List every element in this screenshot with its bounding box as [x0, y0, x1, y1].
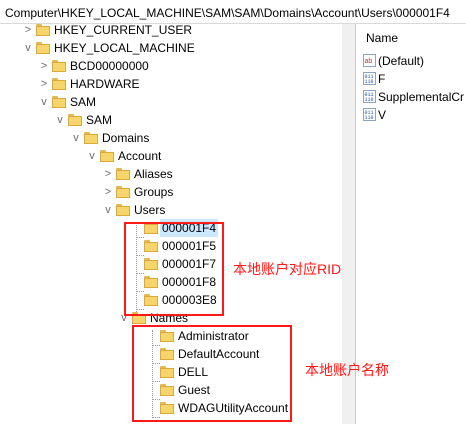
tree-node-label: Domains	[102, 131, 150, 145]
value-name: (Default)	[378, 54, 425, 68]
rid-highlight-box	[124, 222, 224, 316]
expand-toggle-icon[interactable]: v	[102, 201, 114, 219]
tree-node-label: HKEY_LOCAL_MACHINE	[54, 41, 195, 55]
binary-value-icon: 011110	[363, 72, 376, 86]
tree-node-label: Aliases	[134, 167, 173, 181]
folder-icon	[68, 114, 82, 126]
binary-value-icon: 011110	[363, 108, 376, 122]
folder-icon	[116, 204, 130, 216]
folder-icon	[52, 78, 66, 90]
svg-text:110: 110	[365, 97, 374, 103]
expand-toggle-icon[interactable]: >	[22, 24, 34, 39]
name-column-header[interactable]: Name	[366, 31, 398, 45]
svg-text:110: 110	[365, 115, 374, 121]
tree-node-label: Users	[134, 203, 166, 217]
folder-icon	[52, 96, 66, 108]
tree-node-label: HARDWARE	[70, 77, 140, 91]
folder-icon	[116, 168, 130, 180]
names-highlight-box	[132, 325, 292, 422]
names-annotation: 本地账户名称	[305, 362, 389, 378]
expand-toggle-icon[interactable]: >	[102, 183, 114, 201]
value-name: V	[378, 108, 387, 122]
address-bar[interactable]: Computer\HKEY_LOCAL_MACHINE\SAM\SAM\Doma…	[0, 0, 466, 24]
tree-node-label: SAM	[86, 113, 113, 127]
registry-value-row[interactable]: ab (Default)	[363, 52, 424, 70]
svg-text:ab: ab	[365, 58, 373, 65]
registry-value-row[interactable]: 011 110 SupplementalCr	[363, 88, 464, 106]
expand-toggle-icon[interactable]: >	[38, 57, 50, 75]
svg-text:110: 110	[365, 79, 374, 85]
tree-node-label: SAM	[70, 95, 97, 109]
value-name: SupplementalCr	[378, 90, 465, 104]
binary-value-icon: 011110	[363, 90, 376, 104]
tree-node-label: Groups	[134, 185, 174, 199]
folder-icon	[84, 132, 98, 144]
folder-icon	[36, 42, 50, 54]
expand-toggle-icon[interactable]: v	[70, 129, 82, 147]
string-value-icon: ab	[363, 54, 376, 68]
expand-toggle-icon[interactable]: >	[38, 75, 50, 93]
folder-icon	[36, 24, 50, 36]
folder-icon	[52, 60, 66, 72]
tree-node-label: BCD00000000	[70, 59, 149, 73]
expand-toggle-icon[interactable]: v	[54, 111, 66, 129]
expand-toggle-icon[interactable]: v	[38, 93, 50, 111]
folder-icon	[100, 150, 114, 162]
expand-toggle-icon[interactable]: v	[22, 39, 34, 57]
tree-node-label: Account	[118, 149, 162, 163]
registry-value-row[interactable]: 011 110 F	[363, 70, 385, 88]
rid-annotation: 本地账户对应RID	[233, 261, 342, 277]
expand-toggle-icon[interactable]: v	[86, 147, 98, 165]
expand-toggle-icon[interactable]: >	[102, 165, 114, 183]
registry-value-row[interactable]: 011 110 V	[363, 106, 386, 124]
folder-icon	[116, 186, 130, 198]
value-name: F	[378, 72, 386, 86]
tree-node-label: HKEY_CURRENT_USER	[54, 24, 193, 37]
